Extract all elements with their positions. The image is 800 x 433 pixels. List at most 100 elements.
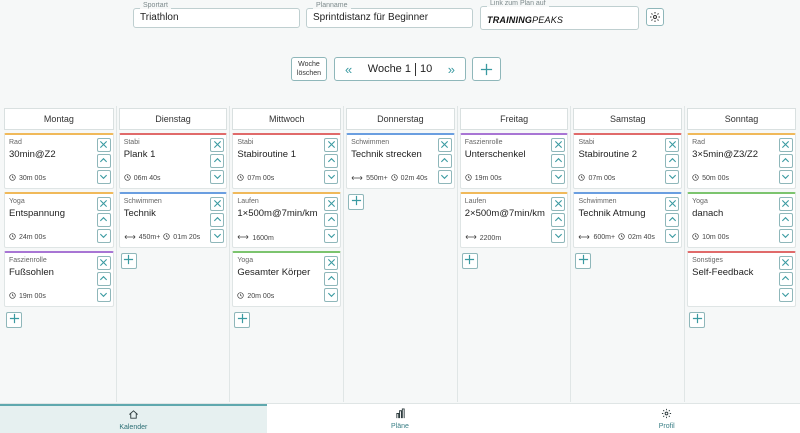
move-up-button[interactable] [665,213,680,227]
settings-button[interactable] [646,8,664,26]
remove-workout-button[interactable] [551,197,566,211]
move-down-button[interactable] [324,170,339,184]
remove-workout-button[interactable] [210,197,225,211]
move-up-button[interactable] [665,154,680,168]
workout-card[interactable]: Rad 3×5min@Z3/Z2 50m 00s [687,133,796,189]
move-down-button[interactable] [665,229,680,243]
workout-card[interactable]: Schwimmen Technik 450m+ 01m 20s [118,192,228,248]
add-workout-button[interactable] [461,253,478,269]
delete-week-button[interactable]: Woche löschen [291,57,327,81]
day-header: Montag [4,108,114,130]
add-workout-button[interactable] [6,312,22,328]
workout-card[interactable]: Stabi Plank 1 06m 40s [118,133,228,189]
move-up-button[interactable] [551,154,566,168]
move-down-button[interactable] [437,170,452,184]
workout-card[interactable]: Schwimmen Technik Atmung 600m+ 02m 40s [573,192,683,248]
move-up-button[interactable] [324,272,339,286]
move-down-button[interactable] [96,229,111,243]
add-workout-button[interactable] [348,194,365,210]
workout-card[interactable]: Stabi Stabiroutine 2 07m 00s [573,133,683,189]
move-down-button[interactable] [551,170,566,184]
remove-workout-button[interactable] [778,197,793,211]
workout-card[interactable]: Laufen 2×500m@7min/km 2200m [459,192,569,248]
move-down-button[interactable] [778,286,793,304]
move-down-button[interactable] [324,229,339,243]
move-up-button[interactable] [437,154,452,168]
move-up-button[interactable] [96,213,111,227]
nav-tab[interactable]: Pläne [267,404,534,433]
move-up-button[interactable] [778,154,793,168]
move-up-button[interactable] [551,213,566,227]
workout-card[interactable]: Sonstiges Self-Feedback [687,251,796,307]
move-up-button[interactable] [324,213,339,227]
workout-card[interactable]: Yoga danach 10m 00s [687,192,796,248]
move-up-button[interactable] [778,272,793,286]
move-down-button[interactable] [324,288,339,302]
remove-workout-button[interactable] [96,138,111,152]
add-week-button[interactable] [472,57,501,81]
next-week-icon[interactable]: » [448,63,455,76]
move-down-button[interactable] [551,229,566,243]
remove-workout-button[interactable] [665,138,680,152]
workout-meta: 07m 00s [578,174,615,183]
card-actions [324,256,339,302]
plus-icon [123,252,134,270]
workout-meta: 07m 00s [237,174,274,183]
clock-icon [391,174,398,183]
remove-workout-button[interactable] [324,197,339,211]
move-up-button[interactable] [778,213,793,227]
workout-card[interactable]: Laufen 1×500m@7min/km 1600m [232,192,342,248]
add-workout-button[interactable] [575,253,592,269]
move-up-button[interactable] [324,154,339,168]
chevron-down-icon [781,286,790,304]
remove-workout-button[interactable] [778,138,793,152]
remove-workout-button[interactable] [324,138,339,152]
day-column: Mittwoch Stabi Stabiroutine 1 07m 00s La… [229,106,343,402]
remove-workout-button[interactable] [551,138,566,152]
move-up-button[interactable] [210,213,225,227]
nav-tab[interactable]: Profil [533,404,800,433]
delete-week-label-2: löschen [296,70,322,77]
move-down-button[interactable] [665,170,680,184]
workout-meta: 50m 00s [692,174,729,183]
workout-card[interactable]: Yoga Gesamter Körper 20m 00s [232,251,342,307]
remove-workout-button[interactable] [324,256,339,270]
add-workout-button[interactable] [234,312,251,328]
card-actions [210,138,225,184]
move-down-button[interactable] [210,229,225,243]
day-header: Sonntag [687,108,796,130]
workout-card[interactable]: Faszienrolle Unterschenkel 19m 00s [459,133,569,189]
workout-card[interactable]: Rad 30min@Z2 30m 00s [4,133,114,189]
workout-card[interactable]: Schwimmen Technik strecken 550m+ 02m 40s [346,133,455,189]
remove-workout-button[interactable] [665,197,680,211]
move-up-button[interactable] [210,154,225,168]
sport-field[interactable]: Sportart Triathlon [133,2,300,28]
move-down-button[interactable] [210,170,225,184]
workout-meta: 1600m [237,234,274,242]
remove-workout-button[interactable] [437,138,452,152]
remove-workout-button[interactable] [96,197,111,211]
chevron-down-icon [99,286,108,304]
plan-name-field[interactable]: Planname Sprintdistanz für Beginner [306,2,473,28]
move-down-button[interactable] [778,229,793,243]
add-workout-button[interactable] [689,312,706,328]
previous-week-icon[interactable]: « [345,63,352,76]
remove-workout-button[interactable] [96,256,111,270]
workout-card[interactable]: Yoga Entspannung 24m 00s [4,192,114,248]
remove-workout-button[interactable] [210,138,225,152]
workout-card[interactable]: Stabi Stabiroutine 1 07m 00s [232,133,342,189]
workout-duration: 24m 00s [19,234,46,241]
trainingpeaks-link-field[interactable]: Link zum Plan auf TRAININGPEAKS [480,0,639,30]
clock-icon [124,174,131,183]
nav-tab[interactable]: Kalender [0,404,267,433]
move-up-button[interactable] [96,272,111,286]
remove-workout-button[interactable] [778,256,793,270]
day-header: Freitag [459,108,569,130]
add-workout-button[interactable] [120,252,137,270]
move-up-button[interactable] [96,154,111,168]
move-down-button[interactable] [96,170,111,184]
move-down-button[interactable] [96,286,111,304]
move-down-button[interactable] [778,170,793,184]
day-column: Freitag Faszienrolle Unterschenkel 19m 0… [456,106,571,402]
workout-card[interactable]: Faszienrolle Fußsohlen 19m 00s [4,251,114,307]
